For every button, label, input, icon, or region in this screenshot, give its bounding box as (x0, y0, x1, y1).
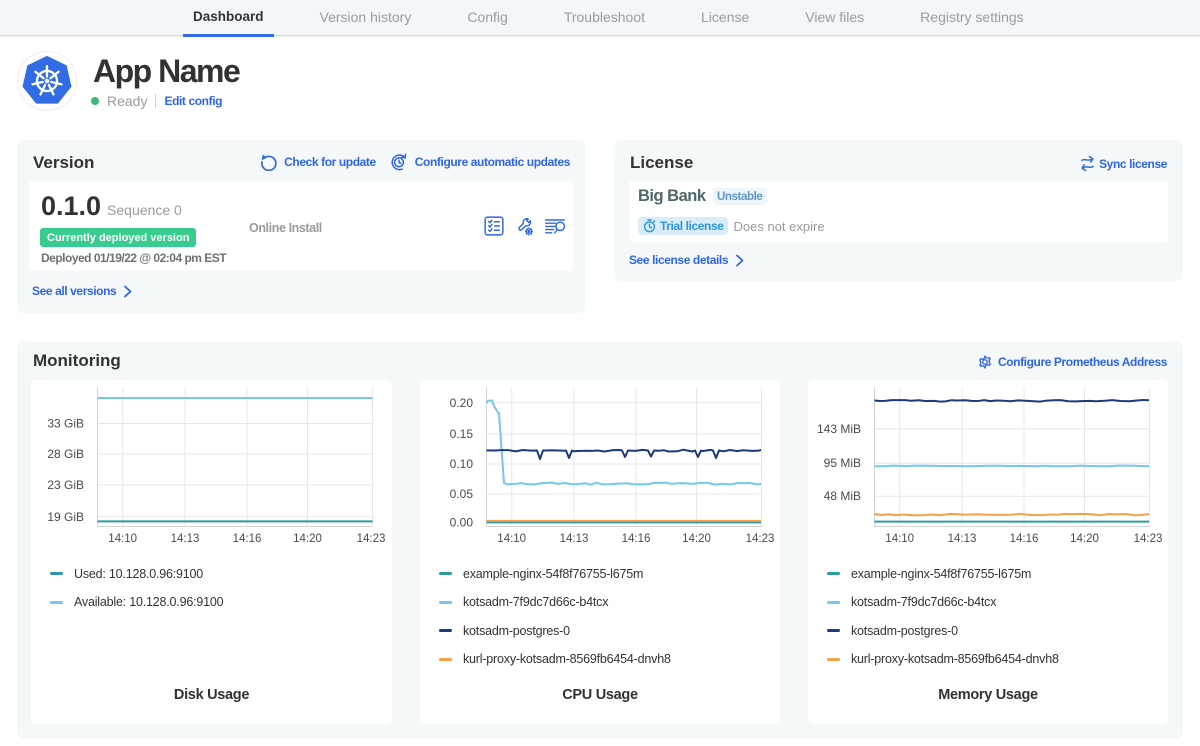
svg-text:19 GiB: 19 GiB (47, 510, 84, 524)
svg-text:143 MiB: 143 MiB (817, 422, 861, 436)
svg-text:33 GiB: 33 GiB (47, 417, 84, 431)
svg-text:14:20: 14:20 (293, 533, 322, 545)
svg-text:48 MiB: 48 MiB (824, 489, 861, 503)
svg-text:95 MiB: 95 MiB (824, 456, 861, 470)
svg-text:14:13: 14:13 (560, 533, 589, 545)
svg-text:0.05: 0.05 (450, 487, 474, 501)
svg-text:14:16: 14:16 (233, 533, 262, 545)
svg-text:0.15: 0.15 (450, 427, 474, 441)
svg-text:0.10: 0.10 (450, 457, 474, 471)
svg-text:14:20: 14:20 (1070, 533, 1099, 545)
svg-text:14:23: 14:23 (1134, 533, 1163, 545)
svg-text:14:10: 14:10 (108, 533, 137, 545)
svg-text:14:10: 14:10 (497, 533, 526, 545)
svg-text:14:13: 14:13 (948, 533, 977, 545)
svg-text:23 GiB: 23 GiB (47, 478, 84, 492)
svg-text:14:16: 14:16 (622, 533, 651, 545)
svg-text:28 GiB: 28 GiB (47, 447, 84, 461)
svg-text:14:16: 14:16 (1010, 533, 1039, 545)
svg-text:0.00: 0.00 (450, 515, 474, 529)
svg-text:14:10: 14:10 (885, 533, 914, 545)
svg-text:14:23: 14:23 (746, 533, 775, 545)
svg-text:14:20: 14:20 (682, 533, 711, 545)
svg-text:14:23: 14:23 (357, 533, 386, 545)
svg-text:14:13: 14:13 (171, 533, 200, 545)
svg-text:0.20: 0.20 (450, 396, 474, 410)
